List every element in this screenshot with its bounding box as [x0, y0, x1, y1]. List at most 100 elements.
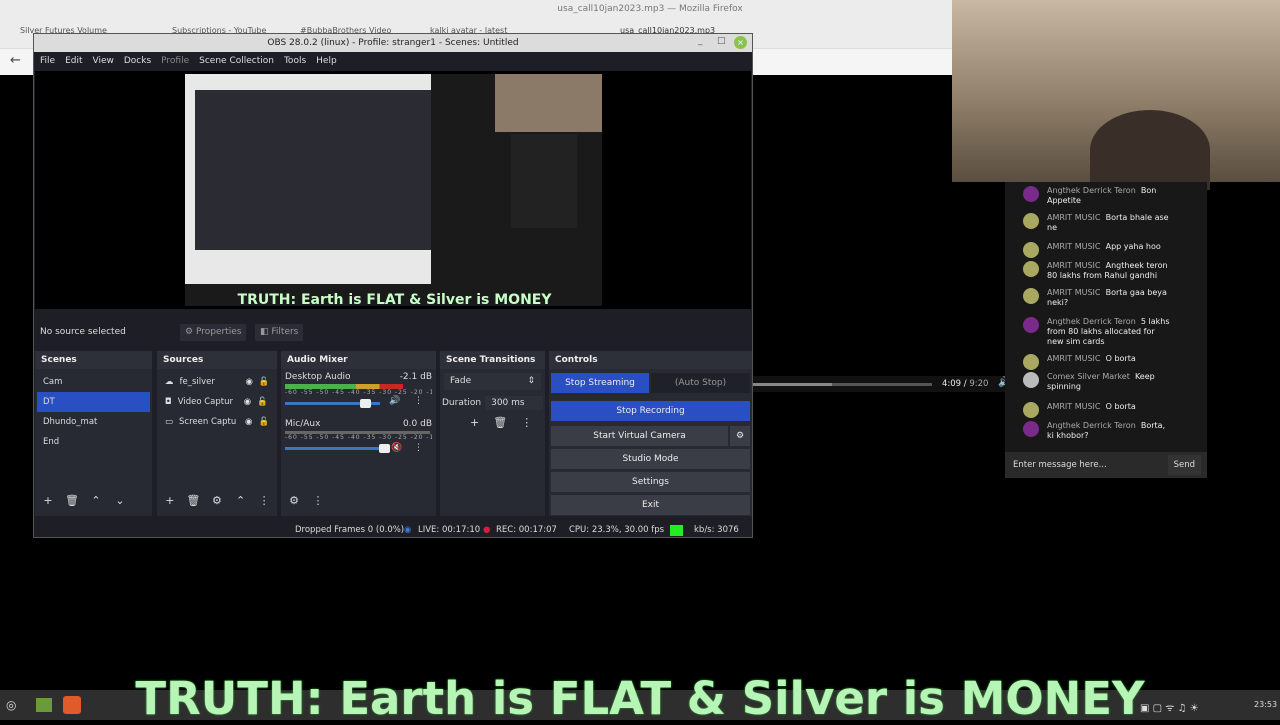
- chat-author: AMRIT MUSIC: [1047, 288, 1101, 297]
- trash-icon[interactable]: 🗑: [185, 494, 203, 510]
- muted-speaker-icon[interactable]: 🔇: [391, 443, 402, 453]
- close-icon[interactable]: ×: [734, 36, 747, 49]
- filter-icon: ◧: [260, 327, 269, 337]
- lock-icon[interactable]: 🔓: [257, 392, 268, 412]
- source-item[interactable]: ◘ Video Captur ◉ 🔓: [159, 392, 275, 412]
- trash-icon[interactable]: 🗑: [63, 494, 81, 510]
- stop-streaming-button[interactable]: Stop Streaming: [551, 373, 649, 393]
- chat-message: AMRIT MUSIC Borta gaa beya neki?: [1005, 288, 1205, 308]
- menu-tools[interactable]: Tools: [284, 52, 306, 70]
- slider-handle[interactable]: [359, 399, 371, 408]
- menu-profile[interactable]: Profile: [161, 52, 189, 70]
- screen-capture-preview: [185, 74, 431, 284]
- menu-help[interactable]: Help: [316, 52, 337, 70]
- menu-scene-collection[interactable]: Scene Collection: [199, 52, 274, 70]
- preview-banner: TRUTH: Earth is FLAT & Silver is MONEY: [237, 292, 552, 308]
- duration-input[interactable]: 300 ms: [485, 396, 543, 410]
- chat-message: AMRIT MUSIC O borta: [1005, 402, 1205, 418]
- audio-player: 4:09 / 9:20 🔊: [752, 376, 1010, 392]
- cpu-usage: CPU: 23.3%, 30.00 fps: [569, 525, 665, 535]
- source-item[interactable]: ☁ fe_silver ◉ 🔓: [159, 372, 275, 392]
- properties-button[interactable]: ⚙ Properties: [180, 324, 247, 341]
- avatar: [1023, 354, 1039, 370]
- stop-recording-button[interactable]: Stop Recording: [551, 401, 750, 421]
- more-icon[interactable]: ⋮: [255, 494, 273, 510]
- mixer-channel: Desktop Audio -2.1 dB -60 -55 -50 -45 -40…: [281, 369, 436, 419]
- slider-handle[interactable]: [379, 444, 390, 453]
- source-item[interactable]: ▭ Screen Captu ◉ 🔓: [159, 412, 275, 432]
- add-icon[interactable]: +: [161, 494, 179, 510]
- gear-icon[interactable]: ⚙: [730, 426, 750, 446]
- gear-icon: ⚙: [185, 327, 194, 337]
- chat-author: Angthek Derrick Teron: [1047, 421, 1136, 430]
- avatar: [1023, 402, 1039, 418]
- scene-item[interactable]: End: [37, 432, 150, 452]
- back-icon[interactable]: ←: [10, 53, 21, 68]
- filters-button[interactable]: ◧ Filters: [255, 324, 304, 341]
- send-button[interactable]: Send: [1167, 455, 1201, 475]
- video-capture-preview: [495, 74, 602, 132]
- nested-obs: [195, 90, 431, 250]
- menu-file[interactable]: File: [40, 52, 55, 70]
- start-virtual-camera-button[interactable]: Start Virtual Camera: [551, 426, 728, 446]
- settings-button[interactable]: Settings: [551, 472, 750, 492]
- image-icon: ☁: [165, 377, 174, 387]
- preview-canvas[interactable]: TRUTH: Earth is FLAT & Silver is MONEY: [185, 74, 602, 308]
- auto-stop-button[interactable]: (Auto Stop): [651, 373, 750, 393]
- eye-icon[interactable]: ◉: [246, 372, 253, 392]
- more-icon[interactable]: ⋮: [521, 416, 532, 429]
- meter-ticks: -60 -55 -50 -45 -40 -35 -30 -25 -20 -15 …: [285, 434, 432, 441]
- more-icon[interactable]: ⋮: [309, 494, 327, 510]
- move-up-icon[interactable]: ⌃: [87, 494, 105, 510]
- advanced-audio-icon[interactable]: ⚙: [285, 494, 303, 510]
- bitrate: kb/s: 3076: [694, 525, 739, 535]
- gear-icon[interactable]: ⚙: [208, 494, 226, 510]
- connection-indicator: [670, 525, 683, 536]
- scene-item[interactable]: Dhundo_mat: [37, 412, 150, 432]
- scene-item-selected[interactable]: DT: [37, 392, 150, 412]
- lock-icon[interactable]: 🔓: [258, 412, 269, 432]
- menu-view[interactable]: View: [93, 52, 114, 70]
- menu-edit[interactable]: Edit: [65, 52, 82, 70]
- dock-title: Sources: [157, 351, 277, 369]
- add-icon[interactable]: +: [39, 494, 57, 510]
- channel-name: Mic/Aux: [285, 419, 321, 429]
- eye-icon[interactable]: ◉: [244, 392, 251, 412]
- dock-title: Scene Transitions: [440, 351, 545, 369]
- more-icon[interactable]: ⋮: [414, 443, 423, 453]
- minimize-icon[interactable]: _: [698, 36, 703, 46]
- volume-slider[interactable]: [285, 444, 390, 453]
- updown-icon: ⇕: [527, 376, 535, 386]
- more-icon[interactable]: ⋮: [414, 396, 423, 406]
- mixer-channel: Mic/Aux 0.0 dB -60 -55 -50 -45 -40 -35 -3…: [281, 419, 436, 469]
- avatar: [1023, 213, 1039, 229]
- chat-input[interactable]: Enter message here... Send: [1005, 452, 1207, 478]
- preview-area[interactable]: TRUTH: Earth is FLAT & Silver is MONEY: [35, 71, 751, 309]
- obs-window: OBS 28.0.2 (linux) - Profile: stranger1 …: [33, 33, 753, 538]
- add-icon[interactable]: +: [470, 416, 479, 429]
- volume-slider[interactable]: [285, 399, 380, 408]
- scene-item[interactable]: Cam: [37, 372, 150, 392]
- transition-select[interactable]: Fade ⇕: [444, 373, 541, 390]
- move-down-icon[interactable]: ⌄: [111, 494, 129, 510]
- audio-mixer-dock: Audio Mixer Desktop Audio -2.1 dB -60 -55…: [281, 351, 436, 516]
- chat-message: Angthek Derrick Teron Bon Appetite: [1005, 186, 1205, 206]
- chat-author: Angthek Derrick Teron: [1047, 317, 1136, 326]
- avatar: [1023, 317, 1039, 333]
- dock-title: Scenes: [35, 351, 152, 369]
- chat-author: AMRIT MUSIC: [1047, 213, 1101, 222]
- chat-text: O borta: [1105, 402, 1136, 411]
- channel-name: Desktop Audio: [285, 372, 351, 382]
- maximize-icon[interactable]: □: [717, 36, 726, 46]
- menu-docks[interactable]: Docks: [124, 52, 151, 70]
- lock-icon[interactable]: 🔓: [259, 372, 270, 392]
- seek-bar[interactable]: [752, 383, 932, 386]
- live-time: LIVE: 00:17:10: [418, 525, 481, 535]
- exit-button[interactable]: Exit: [551, 495, 750, 515]
- move-up-icon[interactable]: ⌃: [232, 494, 250, 510]
- trash-icon[interactable]: 🗑: [493, 416, 507, 429]
- studio-mode-button[interactable]: Studio Mode: [551, 449, 750, 469]
- chat-message: AMRIT MUSIC O borta: [1005, 354, 1205, 370]
- eye-icon[interactable]: ◉: [245, 412, 252, 432]
- speaker-icon[interactable]: 🔊: [389, 396, 400, 406]
